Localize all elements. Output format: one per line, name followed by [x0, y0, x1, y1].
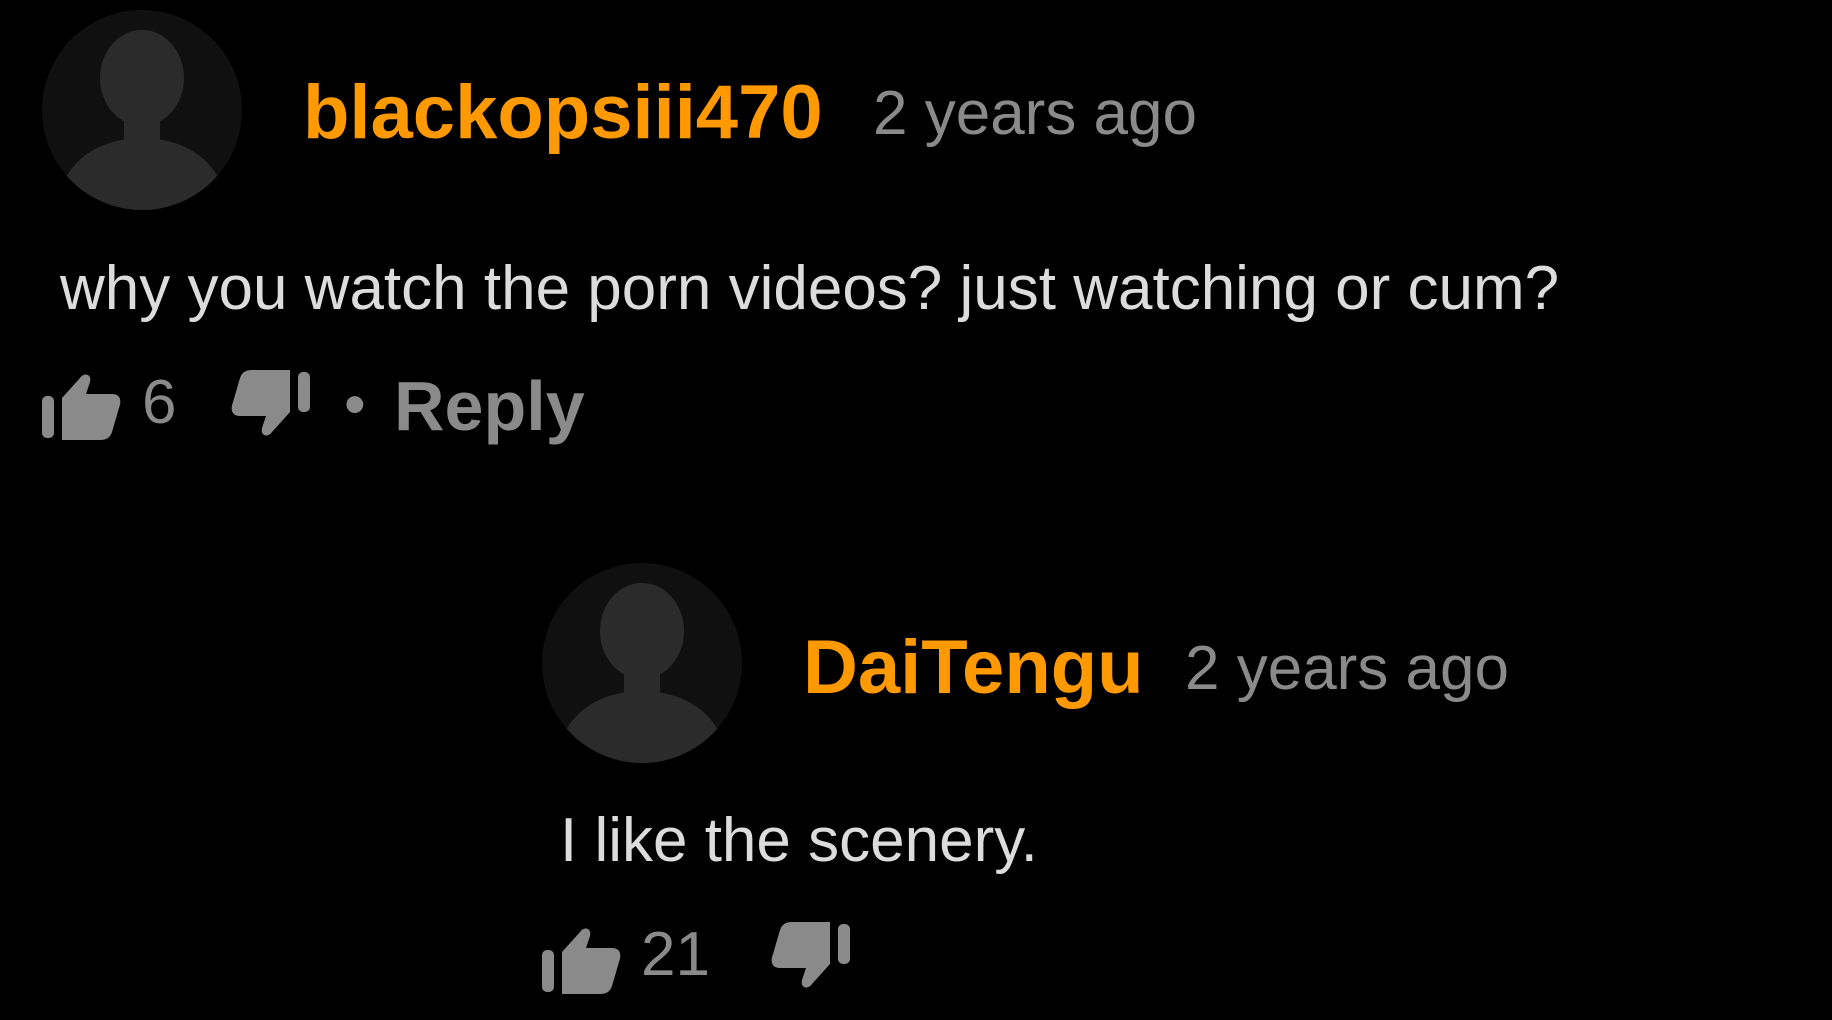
reply-button[interactable]: Reply [394, 371, 585, 441]
like-button[interactable] [40, 368, 122, 444]
thumbs-down-icon [771, 922, 850, 988]
like-button[interactable] [540, 922, 622, 998]
comment-username[interactable]: blackopsiii470 [303, 75, 823, 151]
avatar[interactable] [542, 563, 742, 763]
avatar[interactable] [42, 10, 242, 210]
comment-timestamp: 2 years ago [1185, 634, 1509, 703]
person-silhouette-icon [562, 583, 722, 763]
thumbs-up-icon [42, 374, 121, 440]
separator-dot: • [344, 370, 366, 439]
like-count: 21 [641, 920, 710, 989]
reply-comment: DaiTengu 2 years ago I like the scenery.… [0, 470, 1832, 1020]
person-silhouette-icon [62, 30, 222, 210]
like-count: 6 [142, 368, 177, 437]
comment-text: why you watch the porn videos? just watc… [60, 254, 1560, 323]
comment-timestamp: 2 years ago [873, 79, 1197, 148]
comment-username[interactable]: DaiTengu [803, 630, 1144, 706]
thumbs-down-icon [231, 370, 310, 436]
thumbs-up-icon [542, 928, 621, 994]
dislike-button[interactable] [770, 922, 852, 998]
comment: blackopsiii470 2 years ago why you watch… [0, 0, 1832, 470]
dislike-button[interactable] [230, 370, 312, 446]
comment-text: I like the scenery. [560, 806, 1038, 875]
